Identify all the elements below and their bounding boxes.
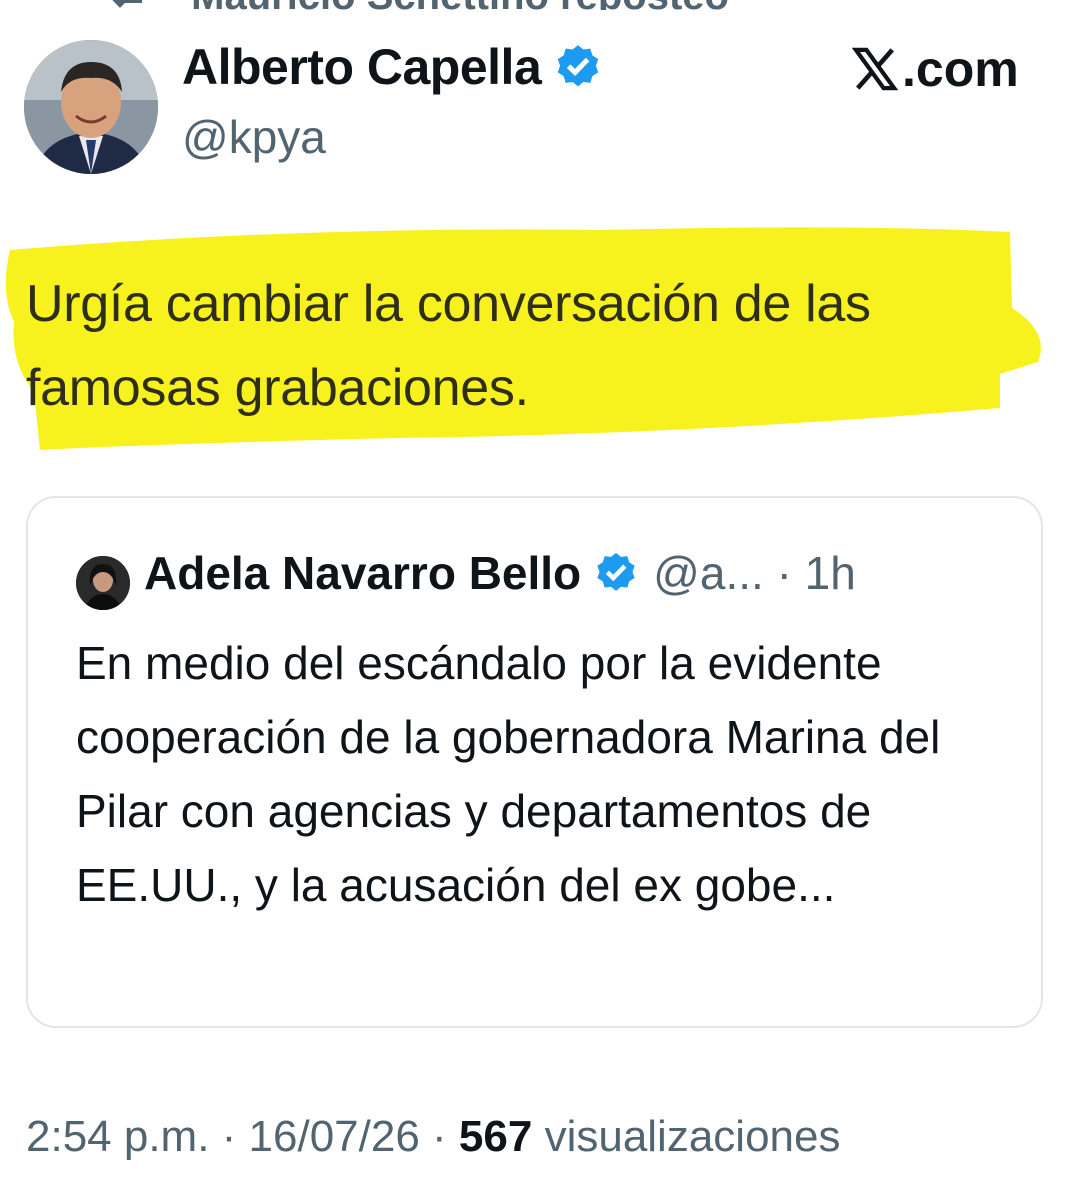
tweet-footer: 2:54 p.m. · 16/07/26 · 567 visualizacion…: [26, 1112, 841, 1162]
author-name-text: Alberto Capella: [182, 39, 542, 95]
author-handle[interactable]: @kpya: [182, 110, 326, 164]
quoted-header: Adela Navarro Bello @a... · 1h: [144, 546, 856, 600]
quoted-author-name[interactable]: Adela Navarro Bello: [144, 546, 581, 600]
quoted-tweet-text: En medio del escándalo por la evidente c…: [76, 637, 941, 911]
repost-indicator[interactable]: Mauricio Schettino reposteó: [110, 0, 910, 10]
quoted-author-avatar[interactable]: [76, 556, 130, 610]
tweet-text: Urgía cambiar la conversación de las fam…: [26, 275, 871, 417]
author-avatar[interactable]: [24, 40, 158, 174]
x-brand-link[interactable]: .com: [851, 40, 1019, 98]
repost-text: Mauricio Schettino reposteó: [191, 0, 729, 10]
quoted-handle-time: @a... · 1h: [653, 547, 856, 599]
timestamp[interactable]: 2:54 p.m. · 16/07/26 ·: [26, 1112, 459, 1161]
views-label: visualizaciones: [532, 1112, 841, 1161]
repost-icon: [110, 0, 150, 10]
author-name[interactable]: Alberto Capella: [182, 38, 603, 96]
verified-badge-icon: [553, 42, 603, 92]
quoted-verified-badge-icon: [593, 550, 639, 596]
brand-label: .com: [902, 41, 1019, 97]
quoted-tweet-card[interactable]: Adela Navarro Bello @a... · 1h En medio …: [26, 496, 1043, 1028]
views-count: 567: [458, 1112, 533, 1161]
x-logo-icon: [851, 46, 899, 92]
